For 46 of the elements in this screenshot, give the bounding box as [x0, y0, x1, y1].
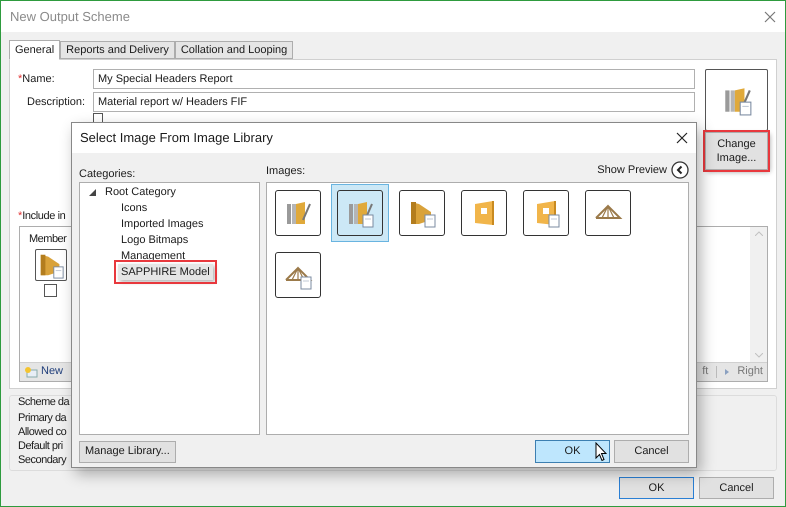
dialog-button[interactable]: Cancel	[699, 477, 774, 499]
dialog-button[interactable]: OK	[535, 440, 610, 463]
category-item[interactable]: SAPPHIRE Model	[118, 264, 213, 280]
right-button[interactable]: Right	[725, 363, 763, 380]
category-item[interactable]: Logo Bitmaps	[118, 232, 192, 248]
category-item[interactable]: Root Category	[102, 184, 179, 200]
image-tile[interactable]	[331, 184, 389, 242]
section-label: Include in	[22, 209, 66, 224]
window-title: New Output Scheme	[10, 8, 130, 26]
tab[interactable]: General	[9, 40, 60, 60]
member-image[interactable]	[35, 249, 67, 281]
tab[interactable]: Reports and Delivery	[60, 41, 175, 59]
required-marker: *	[18, 72, 22, 87]
scheme-line: Primary da	[18, 411, 66, 425]
manage-library-button[interactable]: Manage Library...	[79, 440, 176, 462]
dialog-button[interactable]: Cancel	[614, 440, 689, 463]
group-title: Scheme da	[18, 395, 70, 409]
cursor-icon	[595, 442, 607, 462]
left-button[interactable]: ft	[702, 363, 708, 380]
category-item[interactable]: Icons	[118, 200, 150, 216]
scheme-line: Secondary	[18, 453, 66, 467]
dialog-title: Select Image From Image Library	[80, 129, 273, 148]
collapse-left-icon[interactable]	[671, 161, 689, 179]
categories-label: Categories:	[79, 167, 136, 182]
checkbox[interactable]	[44, 284, 57, 297]
show-preview-label: Show Preview	[597, 162, 667, 178]
field-label: Description:	[27, 94, 86, 110]
close-icon[interactable]	[676, 132, 688, 144]
images-label: Images:	[266, 164, 306, 178]
category-item[interactable]: Imported Images	[118, 216, 207, 232]
tab[interactable]: Collation and Looping	[174, 41, 294, 59]
checkbox[interactable]	[93, 113, 103, 123]
text-field[interactable]: Material report w/ Headers FIF	[93, 92, 695, 112]
column-header: Member	[29, 232, 66, 246]
expand-toggle-icon[interactable]	[88, 188, 96, 196]
new-item-icon	[24, 366, 38, 378]
text-field[interactable]: My Special Headers Report	[93, 69, 695, 89]
dialog-button[interactable]: OK	[619, 477, 694, 499]
scheme-line: Default pri	[18, 439, 63, 453]
category-item[interactable]: Management	[118, 248, 188, 264]
change-image-button[interactable]: Change Image...	[705, 132, 768, 170]
field-label: Name:	[22, 72, 55, 87]
scheme-line: Allowed co	[18, 425, 66, 439]
required-marker: *	[18, 209, 22, 224]
right-arrow-icon	[725, 368, 730, 374]
new-button[interactable]: New	[24, 363, 64, 380]
